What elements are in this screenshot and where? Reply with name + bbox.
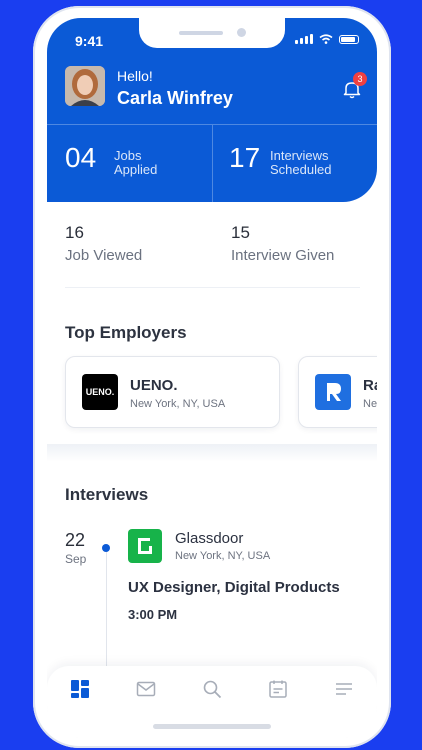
- dashboard-icon[interactable]: [69, 678, 91, 700]
- section-separator: [47, 444, 377, 462]
- stat-value: 04: [65, 142, 97, 173]
- stat-label: Applied: [114, 162, 158, 177]
- phone-frame: 9:41 Hello! Carla Winfrey 3 04 Jobs Appl…: [33, 6, 391, 748]
- signal-icon: [295, 34, 313, 44]
- status-time: 9:41: [75, 33, 104, 49]
- status-icons: [295, 34, 359, 44]
- logo-text: UENO.: [85, 387, 115, 397]
- interview-location: New York, NY, USA: [175, 550, 271, 562]
- interview-time: 3:00 PM: [128, 607, 178, 622]
- interview-day: 22: [65, 530, 86, 550]
- stat-value: 16: [65, 223, 84, 242]
- stat-value: 17: [229, 142, 261, 173]
- mail-icon[interactable]: [135, 678, 157, 700]
- employer-card[interactable]: Ra Ne: [298, 356, 377, 428]
- avatar[interactable]: [65, 66, 105, 106]
- stat-label: Job Viewed: [65, 247, 143, 264]
- interview-company: Glassdoor: [175, 530, 244, 547]
- divider: [65, 287, 360, 288]
- home-indicator: [153, 724, 271, 729]
- stat-value: 15: [231, 223, 250, 242]
- employer-name: UENO.: [130, 377, 178, 394]
- stat-label: Jobs: [114, 148, 142, 163]
- menu-icon[interactable]: [333, 678, 355, 700]
- interviews-title: Interviews: [65, 485, 149, 504]
- employer-card[interactable]: UENO. UENO. New York, NY, USA: [65, 356, 280, 428]
- calendar-icon[interactable]: [267, 678, 289, 700]
- greeting: Hello!: [117, 68, 153, 84]
- timeline-dot: [102, 544, 110, 552]
- stat-label: Interview Given: [231, 247, 335, 264]
- interview-month: Sep: [65, 552, 87, 566]
- wifi-icon: [319, 34, 333, 44]
- notification-badge: 3: [353, 72, 367, 86]
- ueno-logo: UENO.: [82, 374, 118, 410]
- device-notch: [139, 18, 285, 48]
- glassdoor-logo: [128, 529, 162, 563]
- user-name: Carla Winfrey: [117, 88, 233, 108]
- employer-location: Ne: [363, 398, 377, 410]
- employer-logo: [315, 374, 351, 410]
- interview-role: UX Designer, Digital Products: [128, 579, 340, 596]
- stats-divider: [212, 125, 213, 202]
- stat-label: Interviews: [270, 148, 329, 163]
- timeline-line: [106, 548, 107, 678]
- battery-icon: [339, 34, 359, 44]
- top-employers-title: Top Employers: [65, 323, 187, 342]
- employer-location: New York, NY, USA: [130, 398, 226, 410]
- employer-name: Ra: [363, 377, 377, 394]
- stat-label: Scheduled: [270, 162, 332, 177]
- app-screen: 9:41 Hello! Carla Winfrey 3 04 Jobs Appl…: [47, 18, 377, 738]
- search-icon[interactable]: [201, 678, 223, 700]
